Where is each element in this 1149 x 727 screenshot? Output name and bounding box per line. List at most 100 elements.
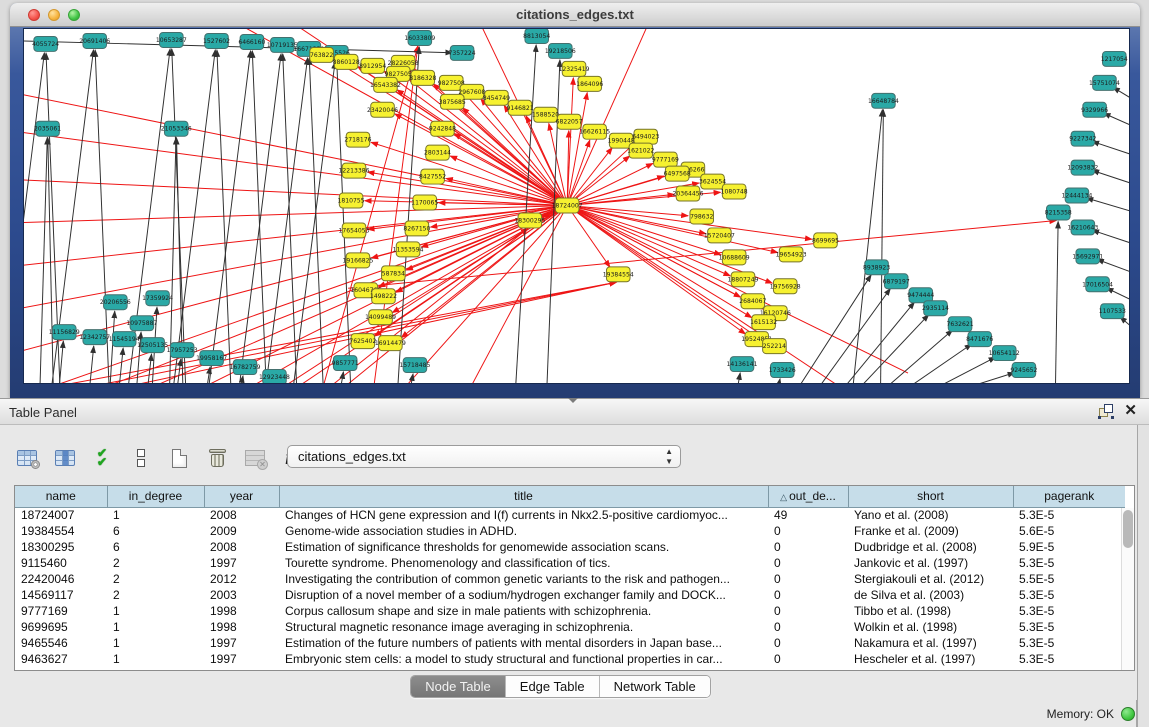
table-cell-name[interactable]: 9777169	[15, 603, 107, 619]
graph-node[interactable]: 7632621	[947, 317, 974, 332]
table-cell-in_degree[interactable]: 1	[107, 507, 204, 523]
table-selector-dropdown[interactable]: citations_edges.txt ▲▼	[287, 445, 681, 468]
table-cell-short[interactable]: Nakamura et al. (1997)	[848, 635, 1013, 651]
table-cell-name[interactable]: 9115460	[15, 555, 107, 571]
table-cell-pagerank[interactable]: 5.9E-5	[1013, 539, 1125, 555]
graph-node[interactable]: 17957253	[167, 343, 198, 358]
table-cell-title[interactable]: Tourette syndrome. Phenomenology and cla…	[279, 555, 768, 571]
table-cell-in_degree[interactable]: 6	[107, 539, 204, 555]
graph-node[interactable]: 1498222	[370, 289, 397, 304]
table-cell-year[interactable]: 2003	[204, 587, 279, 603]
graph-node[interactable]: 1864096	[576, 76, 603, 91]
select-all-icon[interactable]: ✔✔	[90, 445, 116, 471]
table-cell-in_degree[interactable]: 1	[107, 635, 204, 651]
graph-node[interactable]: 12342757	[79, 330, 110, 345]
graph-node[interactable]: 9227342	[1069, 131, 1096, 146]
table-cell-in_degree[interactable]: 1	[107, 619, 204, 635]
graph-node[interactable]: 16210643	[1067, 220, 1098, 235]
table-cell-pagerank[interactable]: 5.3E-5	[1013, 555, 1125, 571]
tab-network-table[interactable]: Network Table	[600, 676, 710, 697]
table-cell-pagerank[interactable]: 5.5E-5	[1013, 571, 1125, 587]
table-cell-title[interactable]: Structural magnetic resonance image aver…	[279, 619, 768, 635]
table-cell-short[interactable]: Wolkin et al. (1998)	[848, 619, 1013, 635]
graph-node[interactable]: 8471676	[966, 332, 993, 347]
graph-node[interactable]: 11353594	[393, 242, 424, 257]
new-document-icon[interactable]	[166, 445, 192, 471]
graph-node[interactable]: 10975887	[126, 316, 157, 331]
table-cell-out_degree[interactable]: 0	[768, 619, 848, 635]
graph-node[interactable]: 11156829	[49, 325, 80, 340]
table-cell-short[interactable]: Dudbridge et al. (2008)	[848, 539, 1013, 555]
graph-node[interactable]: 19384554	[603, 267, 634, 282]
graph-node[interactable]: 6494023	[632, 129, 659, 144]
memory-status-indicator[interactable]	[1121, 707, 1135, 721]
graph-node[interactable]: 16914479	[375, 336, 406, 351]
table-cell-title[interactable]: Changes of HCN gene expression and I(f) …	[279, 507, 768, 523]
graph-node[interactable]: 9777169	[652, 152, 679, 167]
graph-node[interactable]: 8186328	[409, 70, 436, 85]
graph-node[interactable]: 6879197	[883, 274, 910, 289]
table-cell-short[interactable]: Stergiakouli et al. (2012)	[848, 571, 1013, 587]
network-canvas[interactable]: 4055724206914061065328715276026466160107…	[23, 28, 1130, 384]
graph-node[interactable]: 19756928	[770, 279, 801, 294]
graph-node[interactable]: 12923448	[259, 370, 290, 383]
graph-node[interactable]: 8215358	[1045, 205, 1072, 220]
table-cell-out_degree[interactable]: 0	[768, 555, 848, 571]
graph-node[interactable]: 252214	[763, 339, 787, 354]
graph-node[interactable]: 9329966	[1081, 102, 1108, 117]
table-vertical-scrollbar[interactable]	[1121, 508, 1134, 670]
graph-node[interactable]: 17359924	[142, 291, 173, 306]
graph-node[interactable]: 12505135	[137, 338, 168, 353]
delete-icon[interactable]	[204, 445, 230, 471]
table-row[interactable]: 2242004622012Investigating the contribut…	[15, 571, 1125, 587]
table-row[interactable]: 911546021997Tourette syndrome. Phenomeno…	[15, 555, 1125, 571]
graph-node[interactable]: 19218506	[545, 43, 576, 58]
table-cell-name[interactable]: 19384554	[15, 523, 107, 539]
column-header-name[interactable]: name	[15, 486, 107, 507]
table-cell-pagerank[interactable]: 5.3E-5	[1013, 635, 1125, 651]
table-row[interactable]: 969969511998Structural magnetic resonanc…	[15, 619, 1125, 635]
graph-node[interactable]: 7357224	[449, 45, 476, 60]
graph-node[interactable]: 19166825	[342, 253, 373, 268]
graph-node[interactable]: 15692971	[1072, 249, 1103, 264]
table-cell-title[interactable]: Estimation of significance thresholds fo…	[279, 539, 768, 555]
graph-node[interactable]: 2803144	[424, 145, 451, 160]
table-cell-year[interactable]: 1997	[204, 651, 279, 667]
graph-node[interactable]: 763822	[310, 47, 334, 62]
column-header-title[interactable]: title	[279, 486, 768, 507]
table-row[interactable]: 1872400712008Changes of HCN gene express…	[15, 507, 1125, 523]
graph-node[interactable]: 6497568	[664, 166, 691, 181]
table-row[interactable]: 946362711997Embryonic stem cells: a mode…	[15, 651, 1125, 667]
graph-node[interactable]: 12444134	[1061, 188, 1092, 203]
graph-node[interactable]: 9857771	[332, 356, 359, 371]
graph-node[interactable]: 18300295	[514, 213, 545, 228]
table-cell-out_degree[interactable]: 0	[768, 635, 848, 651]
graph-node[interactable]: 10653287	[156, 32, 187, 47]
graph-node[interactable]: 8860128	[333, 54, 360, 69]
table-cell-short[interactable]: Hescheler et al. (1997)	[848, 651, 1013, 667]
table-cell-in_degree[interactable]: 1	[107, 603, 204, 619]
table-cell-name[interactable]: 18724007	[15, 507, 107, 523]
column-header-short[interactable]: short	[848, 486, 1013, 507]
table-cell-year[interactable]: 1997	[204, 555, 279, 571]
table-cell-name[interactable]: 9463627	[15, 651, 107, 667]
graph-node[interactable]: 1615132	[750, 315, 777, 330]
show-columns-icon[interactable]	[52, 445, 78, 471]
tab-edge-table[interactable]: Edge Table	[506, 676, 600, 697]
graph-node[interactable]: 8938923	[863, 260, 890, 275]
network-window-titlebar[interactable]: citations_edges.txt	[10, 3, 1140, 27]
graph-node[interactable]: 12093832	[1067, 160, 1098, 175]
table-cell-pagerank[interactable]: 5.3E-5	[1013, 619, 1125, 635]
graph-node[interactable]: 3875685	[439, 94, 466, 109]
graph-node[interactable]: 9245652	[1010, 363, 1037, 378]
table-cell-title[interactable]: Corpus callosum shape and size in male p…	[279, 603, 768, 619]
table-row[interactable]: 1938455462009Genome-wide association stu…	[15, 523, 1125, 539]
table-cell-pagerank[interactable]: 5.6E-5	[1013, 523, 1125, 539]
graph-node[interactable]: 16648784	[868, 93, 899, 108]
table-cell-year[interactable]: 2012	[204, 571, 279, 587]
graph-node[interactable]: 1621022	[627, 143, 654, 158]
graph-node[interactable]: 20364456	[673, 186, 704, 201]
graph-node[interactable]: 8267150	[403, 221, 430, 236]
close-panel-icon[interactable]: ✕	[1124, 403, 1137, 419]
table-cell-out_degree[interactable]: 0	[768, 651, 848, 667]
